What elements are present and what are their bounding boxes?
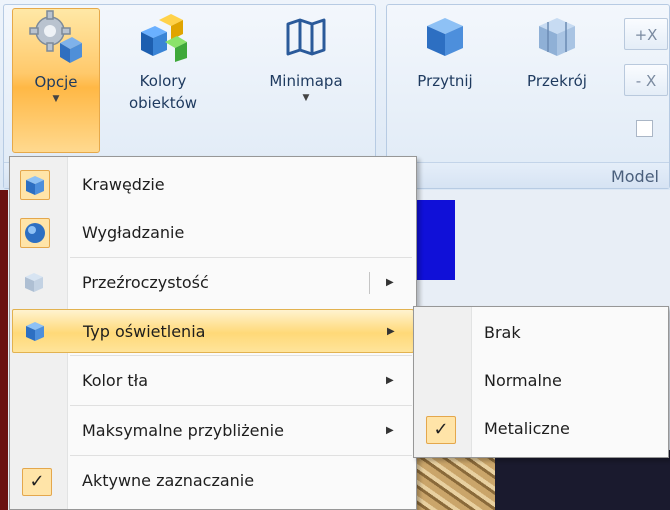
submenu-item-normal[interactable]: Normalne <box>416 358 666 404</box>
options-label: Opcje <box>34 73 78 91</box>
menu-item-transparency[interactable]: Przeźroczystość ▶ <box>12 261 414 305</box>
menu-item-lighting-type[interactable]: Typ oświetlenia ▶ <box>12 309 414 353</box>
minimap-label: Minimapa <box>269 72 343 90</box>
minimap-button[interactable]: Minimapa ▼ <box>246 8 366 104</box>
options-menu: Krawędzie Wygładzanie Przeźroczystość ▶ … <box>9 156 417 510</box>
chevron-down-icon: ▼ <box>302 93 310 103</box>
object-colors-label-2: obiektów <box>128 94 198 112</box>
menu-item-background-color[interactable]: Kolor tła ▶ <box>12 359 414 403</box>
menu-item-label: Kolor tła <box>82 371 149 390</box>
object-colors-button[interactable]: Kolory obiektów <box>115 8 211 114</box>
submenu-item-none[interactable]: Brak <box>416 310 666 356</box>
plus-x-button[interactable]: +X <box>624 18 668 50</box>
map-icon <box>278 8 334 64</box>
menu-item-label: Krawędzie <box>82 175 165 194</box>
menu-item-max-zoom[interactable]: Maksymalne przybliżenie ▶ <box>12 409 414 453</box>
crop-label: Przytnij <box>417 72 473 90</box>
minus-x-button[interactable]: - X <box>624 64 668 96</box>
submenu-divider <box>369 272 370 294</box>
menu-item-edges[interactable]: Krawędzie <box>12 163 414 207</box>
object-colors-label-1: Kolory <box>139 72 187 90</box>
viewport-scene-edge <box>0 190 8 510</box>
menu-separator <box>70 355 412 356</box>
smooth-sphere-icon <box>20 218 50 248</box>
submenu-item-metallic[interactable]: ✓ Metaliczne <box>416 406 666 452</box>
submenu-item-label: Normalne <box>484 371 562 390</box>
viewport-wood-structure <box>415 455 495 510</box>
submenu-arrow-icon: ▶ <box>386 277 394 288</box>
checkmark-icon: ✓ <box>22 468 52 496</box>
group-label-model: Model <box>610 167 659 186</box>
colored-blocks-icon <box>135 8 191 64</box>
menu-separator <box>70 405 412 406</box>
ribbon-checkbox[interactable] <box>636 120 653 137</box>
menu-item-smoothing[interactable]: Wygładzanie <box>12 211 414 255</box>
transparent-cube-icon <box>20 268 50 298</box>
menu-item-label: Typ oświetlenia <box>83 322 206 341</box>
submenu-arrow-icon: ▶ <box>386 375 394 386</box>
section-button[interactable]: Przekrój <box>510 8 604 92</box>
submenu-arrow-icon: ▶ <box>386 425 394 436</box>
menu-item-label: Maksymalne przybliżenie <box>82 421 284 440</box>
menu-separator <box>70 455 412 456</box>
gear-icon <box>28 9 84 65</box>
checkmark-icon: ✓ <box>426 416 456 444</box>
section-cube-icon <box>529 8 585 64</box>
options-button[interactable]: Opcje ▼ <box>12 8 100 153</box>
crop-button[interactable]: Przytnij <box>398 8 492 92</box>
menu-item-label: Przeźroczystość <box>82 273 209 292</box>
chevron-down-icon: ▼ <box>52 94 60 104</box>
submenu-arrow-icon: ▶ <box>387 326 395 337</box>
submenu-item-label: Metaliczne <box>484 419 570 438</box>
submenu-item-label: Brak <box>484 323 521 342</box>
menu-item-label: Wygładzanie <box>82 223 185 242</box>
lighting-type-submenu: Brak Normalne ✓ Metaliczne <box>413 306 669 458</box>
lighting-cube-icon <box>21 317 51 347</box>
menu-separator <box>70 257 412 258</box>
crop-cube-icon <box>417 8 473 64</box>
menu-item-label: Aktywne zaznaczanie <box>82 471 255 490</box>
section-label: Przekrój <box>527 72 587 90</box>
menu-item-active-selection[interactable]: ✓ Aktywne zaznaczanie <box>12 459 414 503</box>
cube-edges-icon <box>20 170 50 200</box>
